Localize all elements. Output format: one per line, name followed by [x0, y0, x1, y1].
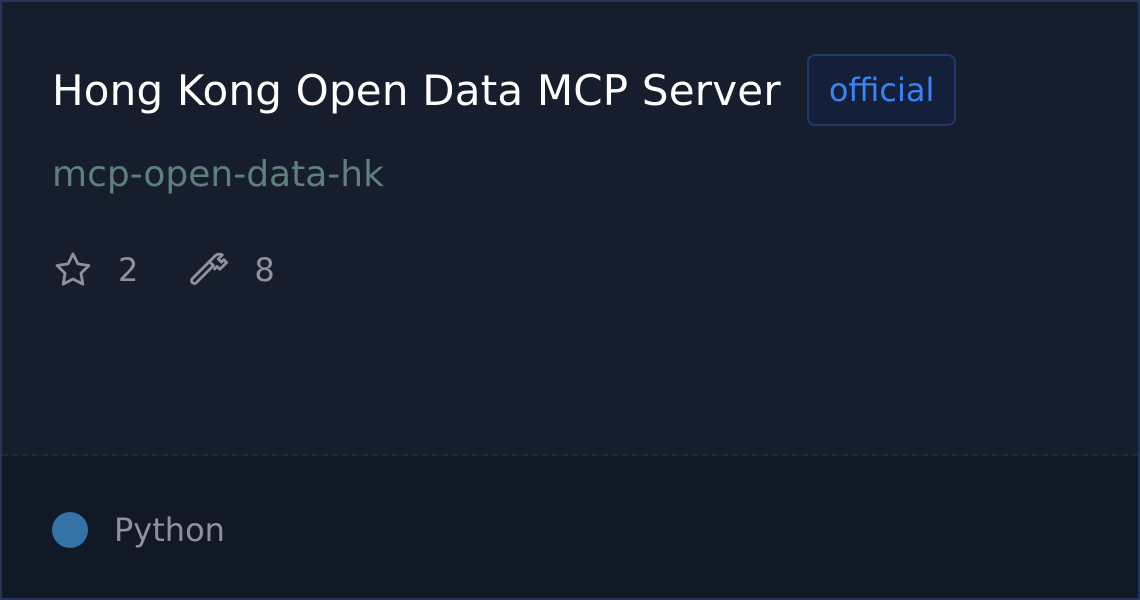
star-icon: [52, 249, 94, 291]
language-indicator: Python: [52, 508, 225, 552]
tools-count: 8: [254, 251, 275, 289]
stats-row: 2 8: [52, 248, 275, 292]
server-slug: mcp-open-data-hk: [52, 154, 384, 195]
hammer-icon: [188, 249, 230, 291]
official-badge: official: [806, 54, 957, 126]
language-color-dot: [52, 512, 88, 548]
server-card[interactable]: Hong Kong Open Data MCP Server official …: [0, 0, 1140, 600]
card-body: Hong Kong Open Data MCP Server official …: [2, 2, 1138, 454]
tools-stat: 8: [188, 249, 275, 291]
card-footer: Python: [2, 456, 1138, 598]
stars-count: 2: [118, 251, 139, 289]
stars-stat: 2: [52, 249, 138, 291]
title-row: Hong Kong Open Data MCP Server official: [52, 52, 957, 128]
server-title[interactable]: Hong Kong Open Data MCP Server: [52, 66, 781, 115]
language-label: Python: [114, 511, 225, 549]
